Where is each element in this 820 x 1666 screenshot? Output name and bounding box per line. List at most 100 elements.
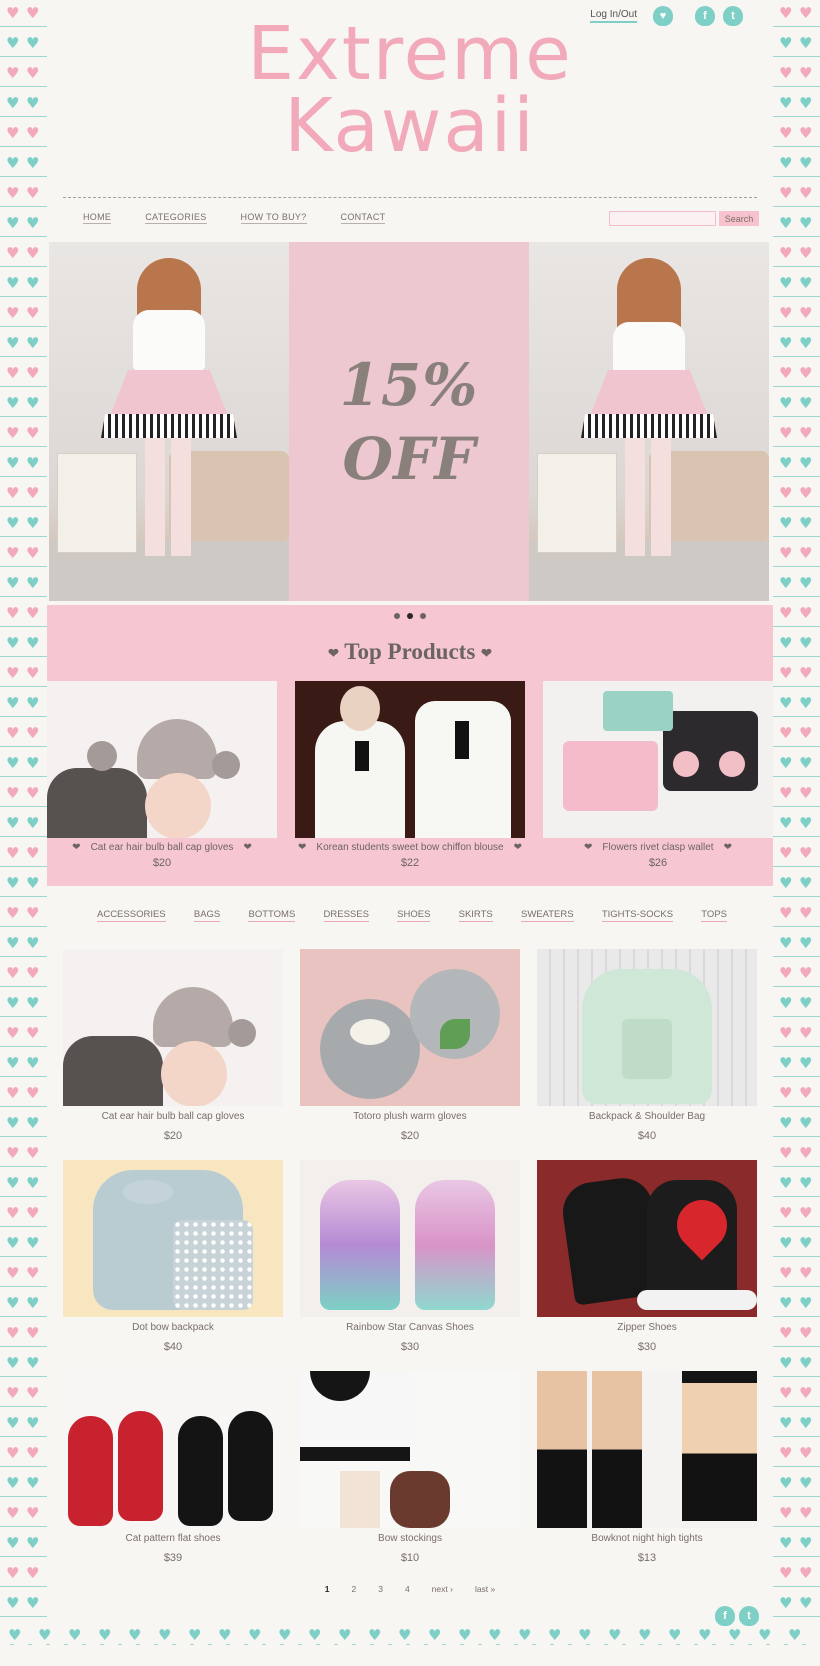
nav-home[interactable]: HOME	[83, 212, 112, 224]
product-image[interactable]	[543, 681, 773, 838]
category-shoes[interactable]: SHOES	[397, 909, 431, 922]
product-name[interactable]: Totoro plush warm gloves	[300, 1111, 520, 1122]
product-card[interactable]: Cat pattern flat shoes $39	[63, 1371, 283, 1582]
heart-icon: ♥	[799, 634, 813, 652]
page-1[interactable]: 1	[325, 1584, 330, 1594]
heart-icon: ♥	[779, 214, 793, 232]
site-logo[interactable]: Extreme Kawaii	[47, 17, 773, 163]
heart-icon: ♥	[779, 1324, 793, 1342]
heart-icon: ♥	[799, 904, 813, 922]
heart-icon: ♥	[799, 304, 813, 322]
product-image[interactable]	[295, 681, 525, 838]
product-name[interactable]: Rainbow Star Canvas Shoes	[300, 1322, 520, 1333]
heart-icon: ♥	[779, 1534, 793, 1552]
last-page-link[interactable]: last »	[475, 1584, 495, 1594]
product-image[interactable]	[47, 681, 277, 838]
heart-icon: ♥	[799, 214, 813, 232]
product-image[interactable]	[63, 949, 283, 1106]
slider-dot[interactable]	[420, 613, 426, 619]
page-3[interactable]: 3	[378, 1584, 383, 1594]
top-product-card[interactable]: ❤ Korean students sweet bow chiffon blou…	[295, 681, 525, 869]
slider-dot-active[interactable]	[407, 613, 413, 619]
heart-icon: ♥	[779, 1114, 793, 1132]
next-page-link[interactable]: next ›	[432, 1584, 453, 1594]
product-name[interactable]: Cat ear hair bulb ball cap gloves	[63, 1111, 283, 1122]
product-card[interactable]: Cat ear hair bulb ball cap gloves $20	[63, 949, 283, 1160]
product-image[interactable]	[63, 1160, 283, 1317]
search-input[interactable]	[609, 211, 716, 226]
heart-icon: ♥	[779, 424, 793, 442]
product-image[interactable]	[537, 1160, 757, 1317]
nav-categories[interactable]: CATEGORIES	[145, 212, 207, 224]
product-name[interactable]: Cat ear hair bulb ball cap gloves	[91, 842, 234, 853]
product-card[interactable]: Totoro plush warm gloves $20	[300, 949, 520, 1160]
hero-slider[interactable]: 15% OFF	[49, 242, 769, 601]
category-skirts[interactable]: SKIRTS	[458, 909, 493, 922]
heart-icon: ♥	[799, 274, 813, 292]
heart-icon: ♥	[26, 154, 40, 172]
facebook-icon[interactable]: f	[715, 1606, 735, 1626]
product-image[interactable]	[537, 949, 757, 1106]
heart-icon: ♥	[799, 1204, 813, 1222]
heart-icon: ♥	[799, 514, 813, 532]
category-tights-socks[interactable]: TIGHTS-SOCKS	[601, 909, 674, 922]
product-image[interactable]	[300, 1160, 520, 1317]
heart-icon: ♥	[779, 1024, 793, 1042]
heart-icon: ♥	[6, 844, 20, 862]
twitter-icon[interactable]: t	[739, 1606, 759, 1626]
product-name[interactable]: Bow stockings	[300, 1533, 520, 1544]
product-name[interactable]: Zipper Shoes	[537, 1322, 757, 1333]
search-button[interactable]: Search	[719, 211, 759, 226]
product-name[interactable]: Backpack & Shoulder Bag	[537, 1111, 757, 1122]
category-bottoms[interactable]: BOTTOMS	[248, 909, 296, 922]
heart-icon: ❤	[298, 842, 307, 853]
heart-icon: ♥	[338, 1626, 352, 1644]
page-2[interactable]: 2	[351, 1584, 356, 1594]
heart-icon: ♥	[6, 1384, 20, 1402]
heart-icon: ♥	[68, 1626, 82, 1644]
heart-icon: ♥	[6, 754, 20, 772]
heart-icon: ♥	[158, 1626, 172, 1644]
product-image[interactable]	[63, 1371, 283, 1528]
product-card[interactable]: Zipper Shoes $30	[537, 1160, 757, 1371]
category-dresses[interactable]: DRESSES	[323, 909, 369, 922]
slider-dot[interactable]	[394, 613, 400, 619]
top-product-card[interactable]: ❤ Flowers rivet clasp wallet ❤ $26	[543, 681, 773, 869]
product-card[interactable]: Bowknot night high tights $13	[537, 1371, 757, 1582]
product-name[interactable]: Bowknot night high tights	[537, 1533, 757, 1544]
nav-contact[interactable]: CONTACT	[340, 212, 386, 224]
product-card[interactable]: Rainbow Star Canvas Shoes $30	[300, 1160, 520, 1371]
page-4[interactable]: 4	[405, 1584, 410, 1594]
heart-icon: ♥	[26, 1444, 40, 1462]
product-price: $10	[400, 1552, 420, 1564]
category-sweaters[interactable]: SWEATERS	[520, 909, 574, 922]
product-image[interactable]	[537, 1371, 757, 1528]
product-name[interactable]: Dot bow backpack	[63, 1322, 283, 1333]
heart-icon: ♥	[26, 754, 40, 772]
nav-how-to-buy[interactable]: HOW TO BUY?	[240, 212, 307, 224]
heart-icon: ♥	[728, 1626, 742, 1644]
product-image[interactable]	[300, 1371, 520, 1528]
heart-icon: ♥	[6, 1354, 20, 1372]
heart-icon: ♥	[799, 1414, 813, 1432]
heart-icon: ♥	[6, 544, 20, 562]
heart-icon: ♥	[799, 1084, 813, 1102]
heart-icon: ♥	[128, 1626, 142, 1644]
product-card[interactable]: Bow stockings $10	[300, 1371, 520, 1582]
heart-icon: ♥	[779, 1594, 793, 1612]
top-product-card[interactable]: ❤ Cat ear hair bulb ball cap gloves ❤ $2…	[47, 681, 277, 869]
category-accessories[interactable]: ACCESSORIES	[97, 909, 166, 922]
product-name[interactable]: Korean students sweet bow chiffon blouse	[316, 842, 503, 853]
product-image[interactable]	[300, 949, 520, 1106]
category-bags[interactable]: BAGS	[193, 909, 221, 922]
product-name[interactable]: Cat pattern flat shoes	[63, 1533, 283, 1544]
category-tops[interactable]: TOPS	[701, 909, 727, 922]
product-card[interactable]: Backpack & Shoulder Bag $40	[537, 949, 757, 1160]
heart-icon: ♥	[6, 994, 20, 1012]
product-card[interactable]: Dot bow backpack $40	[63, 1160, 283, 1371]
product-name[interactable]: Flowers rivet clasp wallet	[602, 842, 713, 853]
heart-icon: ♥	[779, 304, 793, 322]
heart-icon: ♥	[779, 634, 793, 652]
heart-icon: ♥	[6, 514, 20, 532]
right-heart-border: ♥ ♥ ♥ ♥ ♥ ♥ ♥ ♥ ♥ ♥ ♥ ♥ ♥ ♥ ♥ ♥ ♥ ♥ ♥ ♥ ♥ ♥ ♥ ♥ ♥ ♥ ♥ ♥ ♥ ♥ ♥ ♥ ♥ ♥ ♥ ♥ ♥ ♥ ♥ ♥…	[773, 0, 820, 1666]
